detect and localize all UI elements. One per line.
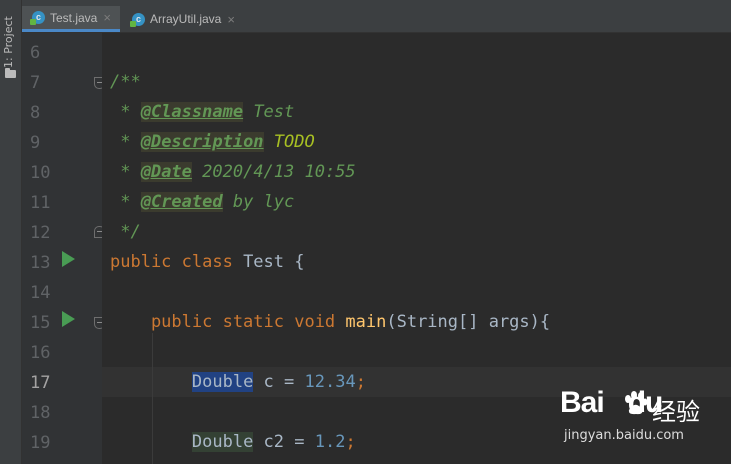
line-number-current: 17 [30,373,51,393]
code-text: * @Description TODO [110,132,315,152]
folder-icon[interactable] [5,68,16,78]
identifier: c = [253,372,305,392]
tab-test-java[interactable]: c Test.java × [22,6,120,32]
javadoc-tag: @Created [140,192,223,212]
keyword: public static void [110,312,346,332]
doc-star: * [110,102,141,122]
java-class-icon: c [130,12,145,27]
word-usage-highlight: Double [191,432,254,452]
code-text: public static void main(String[] args){ [110,312,550,332]
line-number: 7 [30,73,41,93]
run-class-icon[interactable] [62,251,75,267]
code-line: * @Description TODO [102,127,731,157]
line-number: 18 [30,403,51,423]
line-number: 10 [30,163,51,183]
line-number: 8 [30,103,41,123]
close-icon[interactable]: × [103,10,111,25]
line-number: 9 [30,133,41,153]
code-text: Double c = 12.34; [110,372,366,392]
identifier: Test { [243,252,305,272]
javadoc-tag: @Description [140,132,264,152]
doc-text: Test [243,102,295,122]
selected-word: Double [191,372,254,392]
code-text: * @Created by lyc [110,192,294,212]
code-text: */ [110,222,141,242]
paw-icon [625,391,648,415]
code-text: public class Test { [110,252,304,272]
doc-star: * [110,132,141,152]
tab-label: ArrayUtil.java [150,12,222,26]
doc-star: * [110,162,141,182]
line-number: 12 [30,223,51,243]
close-icon[interactable]: × [227,12,235,27]
number-literal: 12.34 [304,372,356,392]
line-number: 14 [30,283,51,303]
code-text: * @Date 2020/4/13 10:55 [110,162,356,182]
code-text: * @Classname Test [110,102,294,122]
editor-gutter[interactable]: 6 7 8 9 10 11 12 13 14 15 16 17 18 19 [22,33,105,464]
java-class-icon: c [30,11,45,25]
watermark-url: jingyan.baidu.com [564,428,684,443]
semicolon: ; [345,432,356,452]
tool-window-bar: 1: Project [0,0,22,464]
code-line: * @Classname Test [102,97,731,127]
javadoc-tag: @Date [140,162,192,182]
identifier: c2 = [253,432,315,452]
line-number: 6 [30,43,41,63]
doc-text: 2020/4/13 10:55 [191,162,356,182]
keyword: public class [110,252,244,272]
baidu-jingyan-watermark: Bai du 经验 jingyan.baidu.com [560,386,730,450]
line-number: 19 [30,433,51,453]
semicolon: ; [355,372,366,392]
line-number: 15 [30,313,51,333]
tab-label: Test.java [50,10,98,25]
doc-star: * [110,192,141,212]
identifier: (String[] args){ [386,312,551,332]
project-tool-button[interactable]: 1: Project [2,12,15,68]
watermark-cn: 经验 [652,398,700,426]
code-line: public static void main(String[] args){ [102,307,731,337]
method-name: main [345,312,387,332]
code-line: public class Test { [102,247,731,277]
code-line: * @Date 2020/4/13 10:55 [102,157,731,187]
code-line: */ [102,217,731,247]
number-literal: 1.2 [314,432,346,452]
line-number: 13 [30,253,51,273]
code-text: Double c2 = 1.2; [110,432,356,452]
run-main-icon[interactable] [62,311,75,327]
code-text: /** [110,72,141,92]
code-line: /** [102,67,731,97]
javadoc-tag: @Classname [140,102,244,122]
line-number: 11 [30,193,51,213]
doc-text: by lyc [222,192,295,212]
code-line: * @Created by lyc [102,187,731,217]
todo-text: TODO [263,132,315,152]
tab-arrayutil-java[interactable]: c ArrayUtil.java × [122,6,248,32]
line-number: 16 [30,343,51,363]
editor-tab-bar: c Test.java × c ArrayUtil.java × [22,6,731,33]
